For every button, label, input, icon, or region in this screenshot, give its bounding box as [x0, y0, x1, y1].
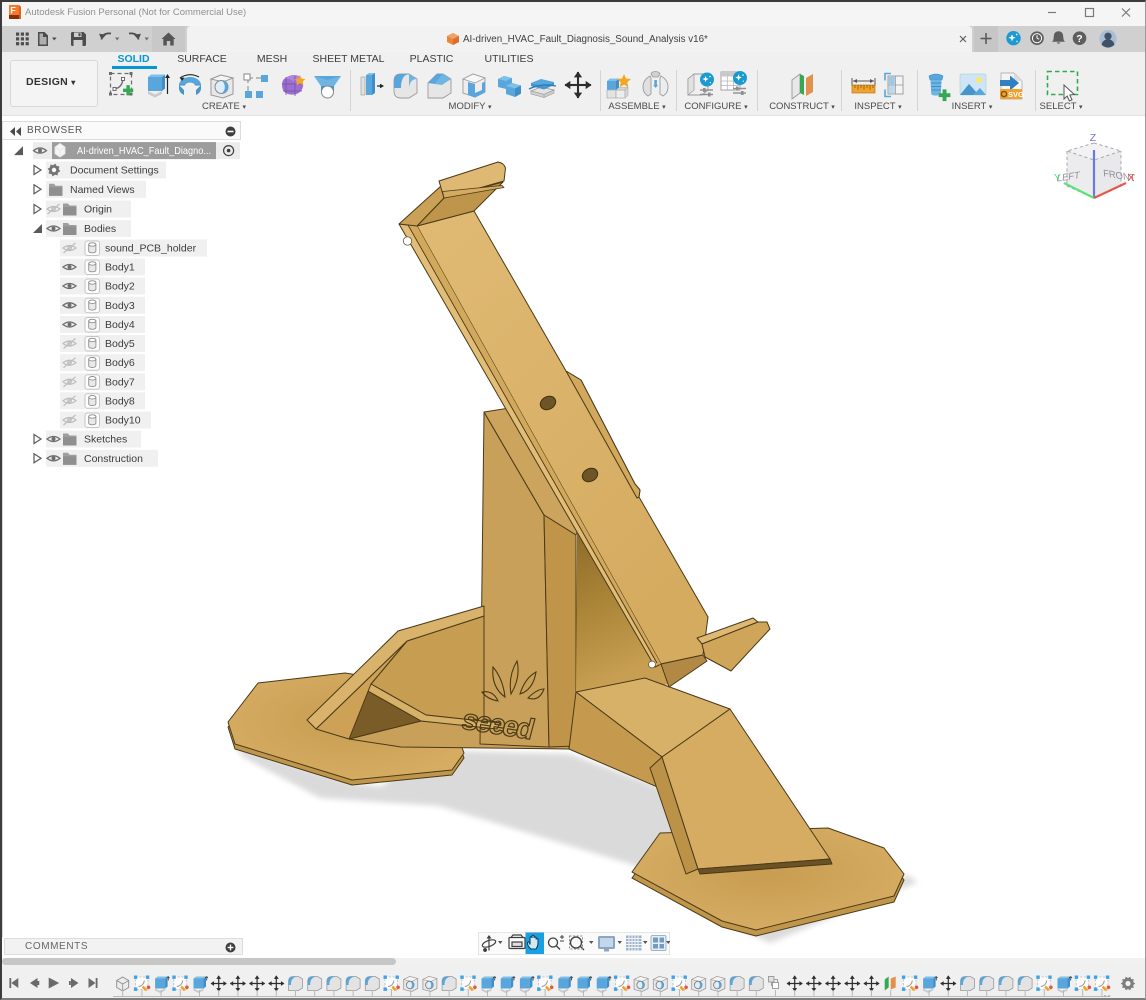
svg-text:?: ? [1076, 33, 1082, 45]
svg-text:Origin: Origin [84, 204, 112, 216]
svg-text:Document Settings: Document Settings [70, 165, 159, 177]
svg-text:Body8: Body8 [105, 395, 135, 407]
svg-text:Y: Y [1054, 172, 1061, 184]
svg-text:Body10: Body10 [105, 415, 141, 427]
svg-text:Body1: Body1 [105, 262, 135, 274]
svg-text:Body3: Body3 [105, 300, 135, 312]
svg-text:AI-driven_HVAC_Fault_Diagno...: AI-driven_HVAC_Fault_Diagno... [77, 146, 211, 157]
svg-text:F: F [10, 6, 16, 16]
svg-text:sound_PCB_holder: sound_PCB_holder [105, 243, 197, 255]
svg-text:Body7: Body7 [105, 376, 135, 388]
svg-text:X: X [1127, 172, 1134, 184]
svg-text:Body4: Body4 [105, 319, 135, 331]
svg-text:Construction: Construction [84, 453, 143, 465]
svg-text:Z: Z [1090, 132, 1097, 144]
svg-text:Body2: Body2 [105, 281, 135, 293]
svg-text:Bodies: Bodies [84, 223, 116, 235]
svg-text:Named Views: Named Views [70, 184, 135, 196]
svg-text:Sketches: Sketches [84, 434, 127, 446]
svg-text:Body5: Body5 [105, 338, 135, 350]
svg-text:SVG: SVG [1008, 90, 1024, 99]
svg-text:Body6: Body6 [105, 357, 135, 369]
